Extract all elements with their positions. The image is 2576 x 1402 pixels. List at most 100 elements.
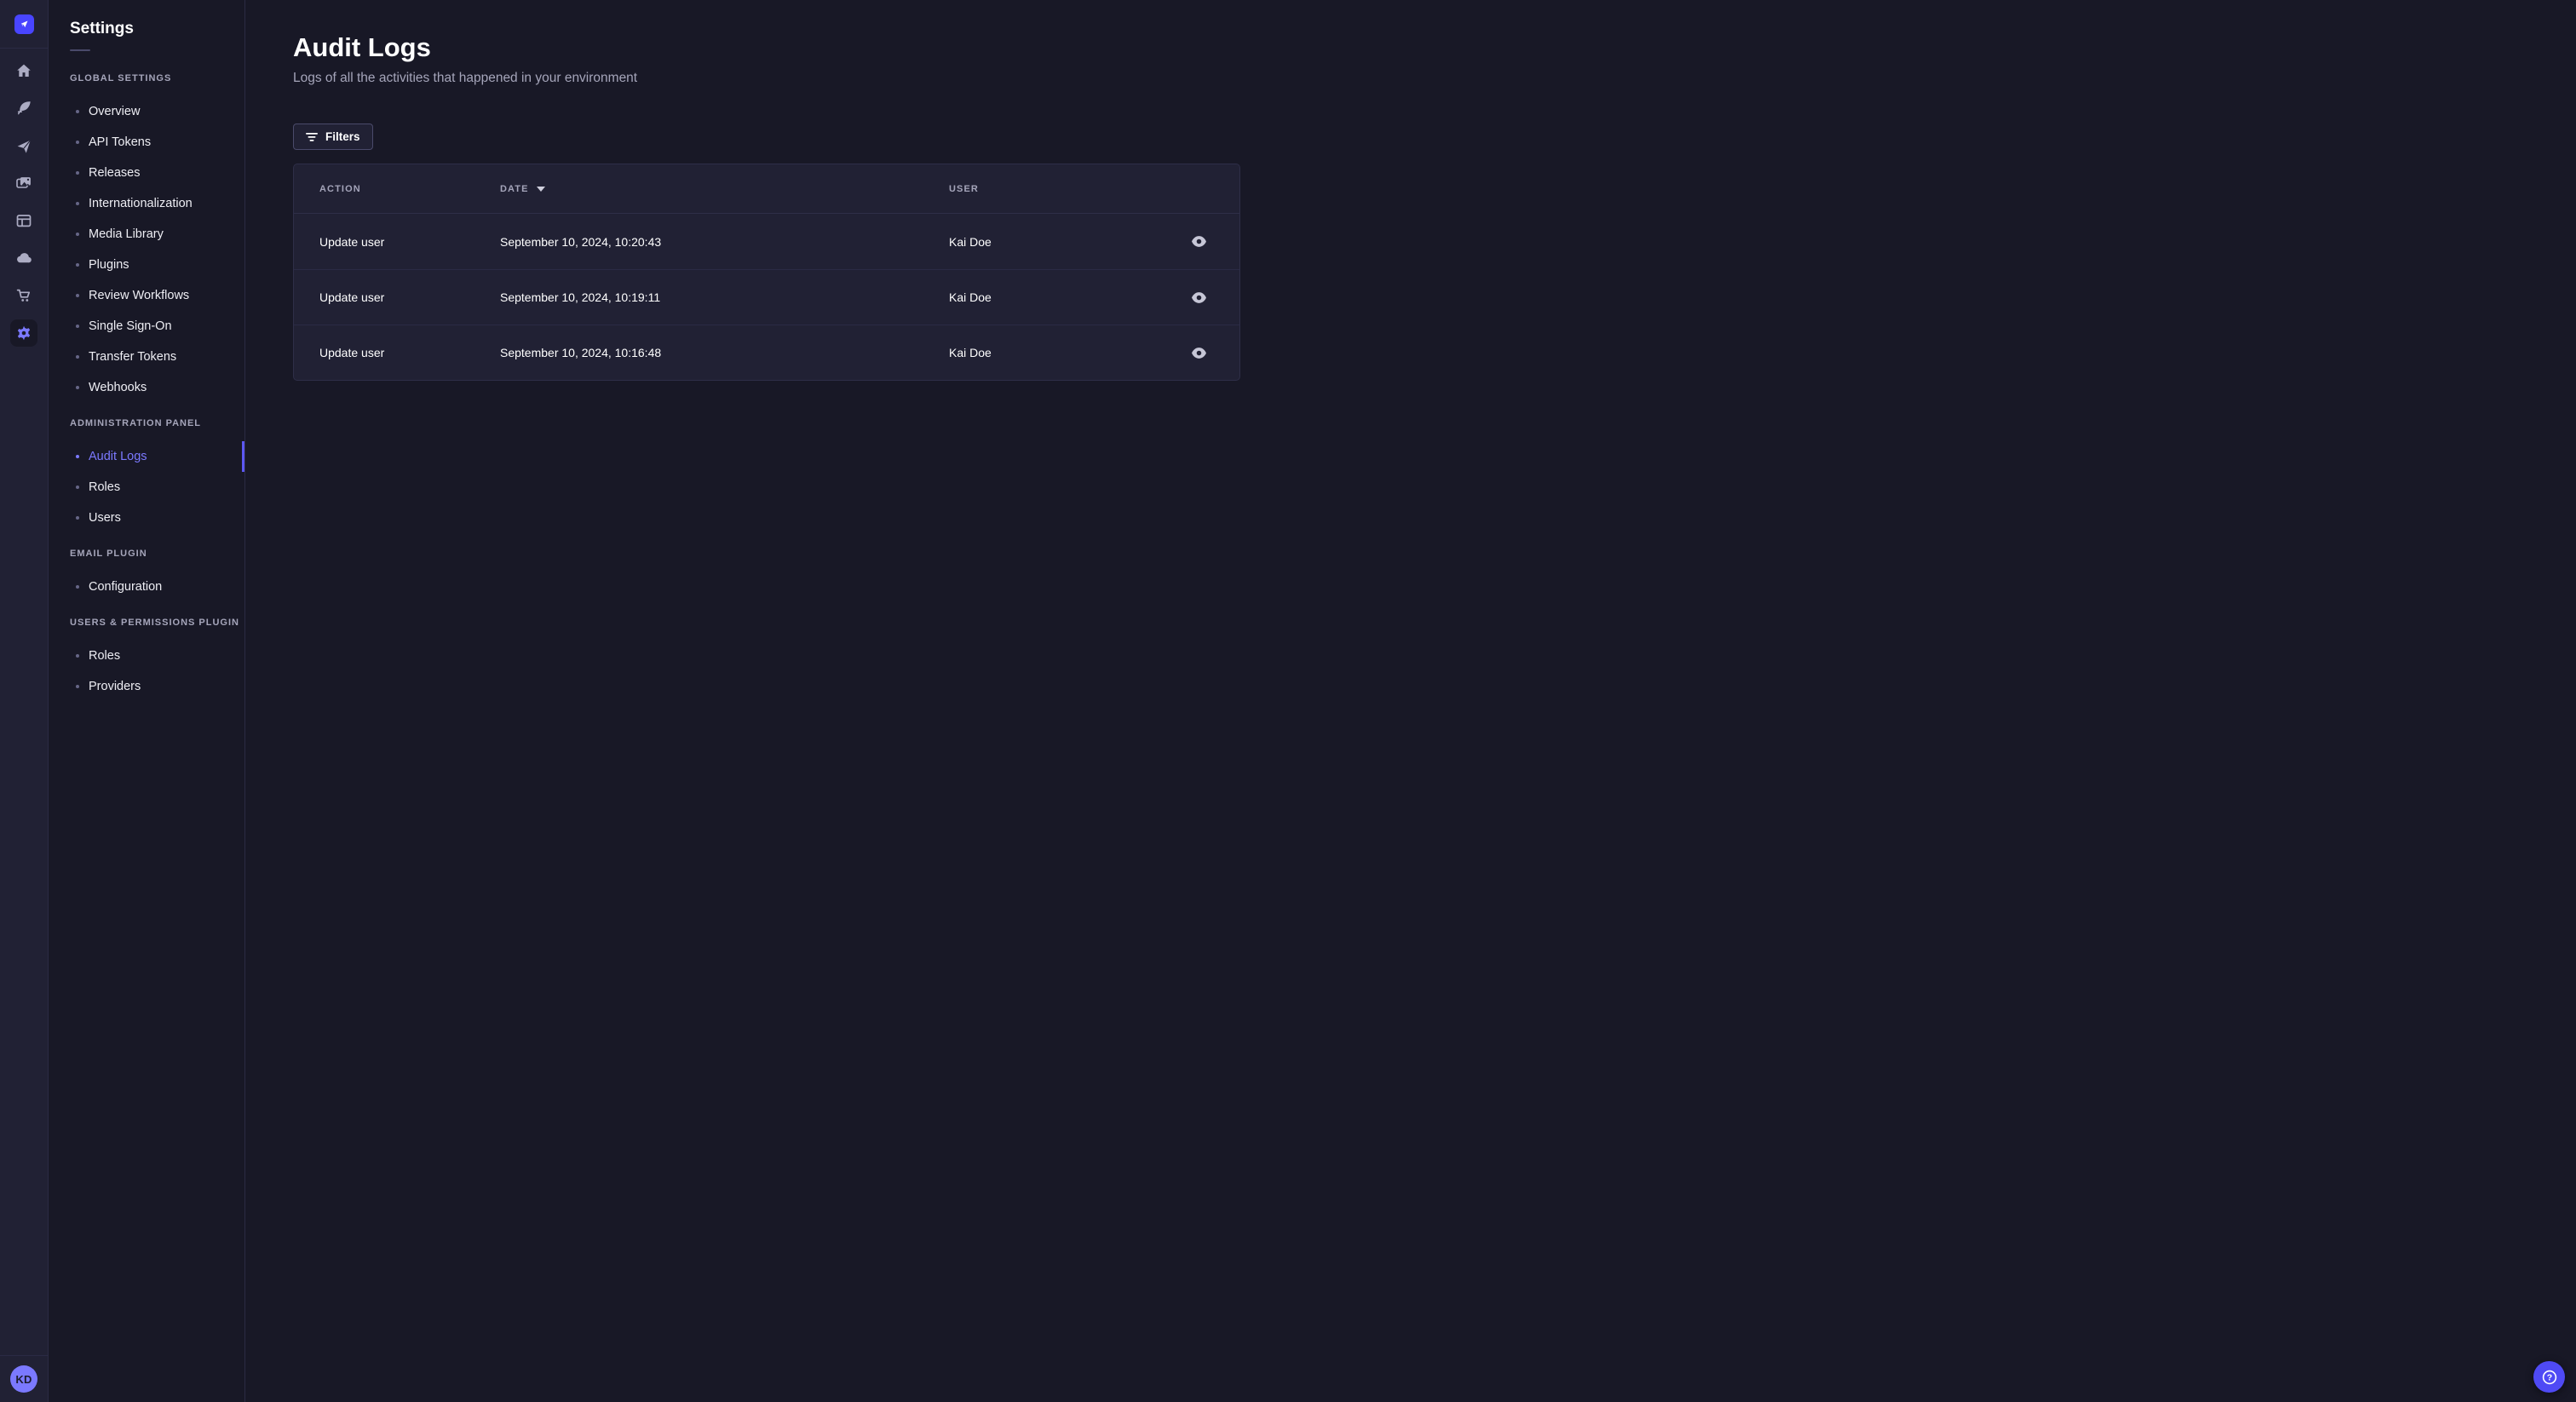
nav-media-button[interactable] — [9, 168, 39, 198]
rail-footer: KD — [0, 1355, 48, 1402]
nav-home-button[interactable] — [9, 55, 39, 86]
filter-icon — [306, 132, 318, 141]
eye-icon — [1192, 291, 1206, 303]
feather-icon — [17, 101, 31, 115]
nav-layout-button[interactable] — [9, 205, 39, 236]
table-row[interactable]: Update user September 10, 2024, 10:20:43… — [294, 214, 1239, 269]
cell-view — [1159, 284, 1239, 310]
cell-date: September 10, 2024, 10:20:43 — [500, 234, 662, 249]
cloud-icon — [17, 253, 32, 263]
nav-send-button[interactable] — [9, 130, 39, 161]
strapi-logo-icon — [20, 20, 27, 27]
cart-icon — [16, 289, 31, 302]
rail-nav-icons — [9, 49, 39, 348]
section-label-email-plugin: EMAIL PLUGIN — [70, 549, 147, 559]
sidebar-item-up-roles[interactable]: Roles — [70, 641, 244, 671]
table-row[interactable]: Update user September 10, 2024, 10:19:11… — [294, 269, 1239, 325]
nav-feather-button[interactable] — [9, 93, 39, 124]
nav-cloud-button[interactable] — [9, 243, 39, 273]
sidebar-item-plugins[interactable]: Plugins — [70, 250, 244, 280]
view-details-button[interactable] — [1187, 340, 1212, 365]
svg-text:?: ? — [2546, 1372, 2551, 1382]
sidebar-item-internationalization[interactable]: Internationalization — [70, 188, 244, 219]
bullet-icon — [76, 141, 79, 144]
title-divider — [70, 49, 90, 51]
bullet-icon — [76, 233, 79, 236]
user-avatar[interactable]: KD — [10, 1365, 37, 1393]
layout-icon — [16, 215, 32, 227]
cell-view — [1159, 229, 1239, 255]
bullet-icon — [76, 486, 79, 489]
settings-sidebar: Settings GLOBAL SETTINGS Overview API To… — [49, 0, 245, 1402]
global-settings-list: Overview API Tokens Releases Internation… — [70, 96, 244, 403]
settings-gear-icon — [17, 325, 31, 341]
bullet-icon — [76, 263, 79, 267]
main-content: Audit Logs Logs of all the activities th… — [245, 0, 2576, 1402]
cell-date: September 10, 2024, 10:19:11 — [500, 290, 661, 304]
home-icon — [17, 64, 31, 77]
view-details-button[interactable] — [1187, 229, 1212, 255]
strapi-logo — [14, 14, 34, 34]
cell-action: Update user — [319, 290, 385, 304]
page-title: Audit Logs — [293, 32, 431, 62]
sidebar-item-audit-logs[interactable]: Audit Logs — [70, 441, 244, 472]
cell-view — [1159, 340, 1239, 365]
eye-icon — [1192, 236, 1206, 247]
email-plugin-list: Configuration — [70, 572, 244, 602]
bullet-icon — [76, 325, 79, 328]
media-library-icon — [16, 177, 31, 188]
view-details-button[interactable] — [1187, 284, 1212, 310]
bullet-icon — [76, 294, 79, 297]
sort-desc-icon — [536, 186, 545, 192]
eye-icon — [1192, 347, 1206, 359]
filters-button-label: Filters — [325, 130, 360, 143]
page-subtitle: Logs of all the activities that happened… — [293, 71, 638, 85]
column-header-date[interactable]: DATE — [500, 184, 949, 194]
bullet-icon — [76, 355, 79, 359]
administration-panel-list: Audit Logs Roles Users — [70, 441, 244, 533]
sidebar-title: Settings — [70, 20, 134, 37]
sidebar-item-email-configuration[interactable]: Configuration — [70, 572, 244, 602]
users-permissions-list: Roles Providers — [70, 641, 244, 702]
active-indicator — [242, 441, 244, 472]
bullet-icon — [76, 202, 79, 205]
cell-action: Update user — [319, 346, 385, 359]
bullet-icon — [76, 455, 79, 458]
audit-logs-table: ACTION DATE USER Update user September 1… — [293, 164, 1240, 381]
filters-button[interactable]: Filters — [293, 124, 373, 150]
bullet-icon — [76, 685, 79, 688]
column-header-user: USER — [949, 183, 979, 194]
sidebar-item-admin-users[interactable]: Users — [70, 503, 244, 533]
cell-date: September 10, 2024, 10:16:48 — [500, 346, 662, 359]
nav-marketplace-button[interactable] — [9, 280, 39, 311]
active-nav-tile — [10, 319, 37, 347]
cell-user: Kai Doe — [949, 346, 992, 359]
bullet-icon — [76, 386, 79, 389]
sidebar-item-releases[interactable]: Releases — [70, 158, 244, 188]
sidebar-item-admin-roles[interactable]: Roles — [70, 472, 244, 503]
sidebar-item-overview[interactable]: Overview — [70, 96, 244, 127]
table-row[interactable]: Update user September 10, 2024, 10:16:48… — [294, 325, 1239, 380]
cell-action: Update user — [319, 234, 385, 249]
question-mark-icon: ? — [2542, 1370, 2556, 1384]
bullet-icon — [76, 516, 79, 520]
nav-settings-button[interactable] — [9, 318, 39, 348]
sidebar-item-media-library[interactable]: Media Library — [70, 219, 244, 250]
column-header-action: ACTION — [319, 183, 361, 194]
sidebar-item-up-providers[interactable]: Providers — [70, 671, 244, 702]
cell-user: Kai Doe — [949, 234, 992, 249]
paper-plane-icon — [17, 140, 32, 153]
main-nav-rail: KD — [0, 0, 49, 1402]
help-button[interactable]: ? — [2533, 1361, 2565, 1393]
cell-user: Kai Doe — [949, 290, 992, 304]
bullet-icon — [76, 110, 79, 113]
sidebar-item-api-tokens[interactable]: API Tokens — [70, 127, 244, 158]
table-header-row: ACTION DATE USER — [294, 164, 1239, 214]
bullet-icon — [76, 654, 79, 658]
sidebar-item-review-workflows[interactable]: Review Workflows — [70, 280, 244, 311]
strapi-logo-button[interactable] — [0, 0, 48, 49]
sidebar-item-transfer-tokens[interactable]: Transfer Tokens — [70, 342, 244, 372]
sidebar-item-webhooks[interactable]: Webhooks — [70, 372, 244, 403]
bullet-icon — [76, 171, 79, 175]
sidebar-item-single-sign-on[interactable]: Single Sign-On — [70, 311, 244, 342]
